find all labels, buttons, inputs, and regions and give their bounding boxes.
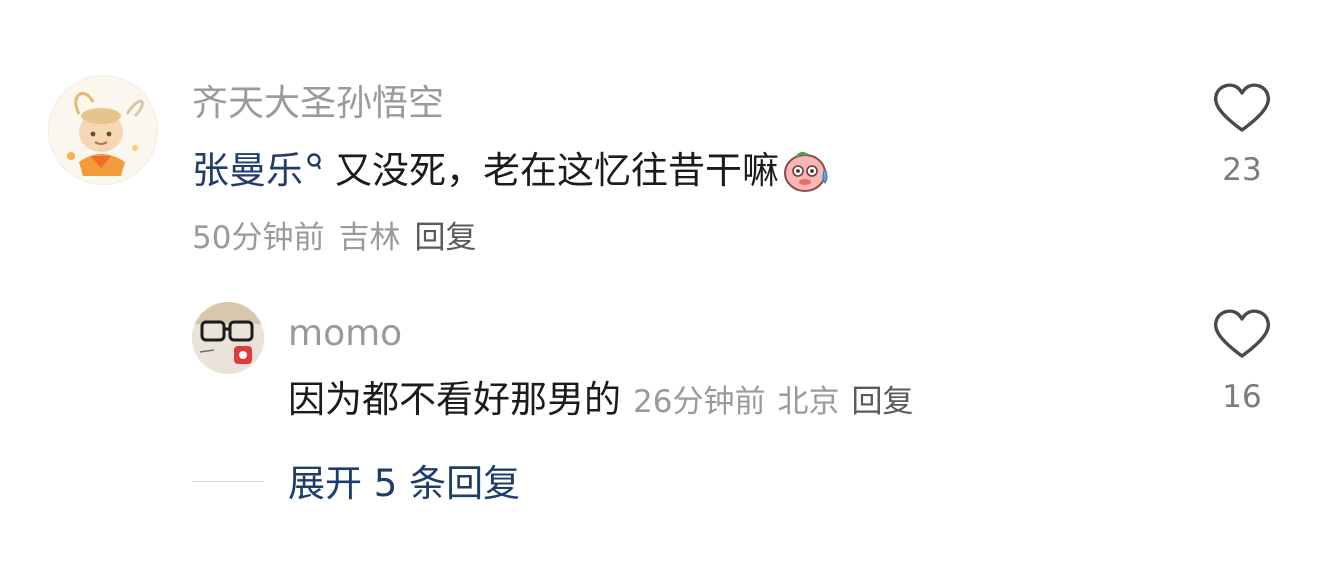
heart-outline-icon — [1213, 309, 1271, 358]
comment-location: 吉林 — [338, 220, 401, 256]
mention-link[interactable]: 张曼乐 — [192, 147, 303, 195]
glasses-avatar-icon — [192, 302, 264, 374]
comment-meta: 50分钟前 吉林 回复 — [192, 218, 490, 258]
reply-time: 26分钟前 — [633, 384, 766, 420]
reply-like-button[interactable] — [1210, 306, 1274, 362]
comment-time: 50分钟前 — [192, 220, 325, 256]
reply-like-count: 16 — [1222, 379, 1262, 415]
reply-username[interactable]: momo — [288, 312, 402, 356]
avatar[interactable] — [48, 75, 158, 185]
monkey-king-avatar-icon — [49, 76, 157, 184]
reply-button[interactable]: 回复 — [414, 220, 476, 256]
sweat-face-emoji-icon — [781, 147, 833, 195]
reply-location: 北京 — [777, 384, 840, 420]
divider — [192, 481, 264, 482]
reply-body: 因为都不看好那男的 26分钟前 北京 回复 — [288, 376, 925, 426]
reply-text: 因为都不看好那男的 — [288, 378, 621, 421]
reply-avatar[interactable] — [192, 302, 264, 374]
comment-text: 又没死，老在这忆往昔干嘛 — [335, 149, 779, 192]
expand-replies-button[interactable]: 展开 5 条回复 — [288, 460, 520, 508]
username[interactable]: 齐天大圣孙悟空 — [192, 82, 444, 126]
search-icon — [307, 153, 322, 170]
like-count: 23 — [1222, 152, 1262, 188]
heart-outline-icon — [1213, 83, 1271, 132]
like-button[interactable] — [1210, 80, 1274, 136]
comment-body: 张曼乐 又没死，老在这忆往昔干嘛 — [192, 147, 833, 195]
reply-reply-button[interactable]: 回复 — [851, 384, 913, 420]
